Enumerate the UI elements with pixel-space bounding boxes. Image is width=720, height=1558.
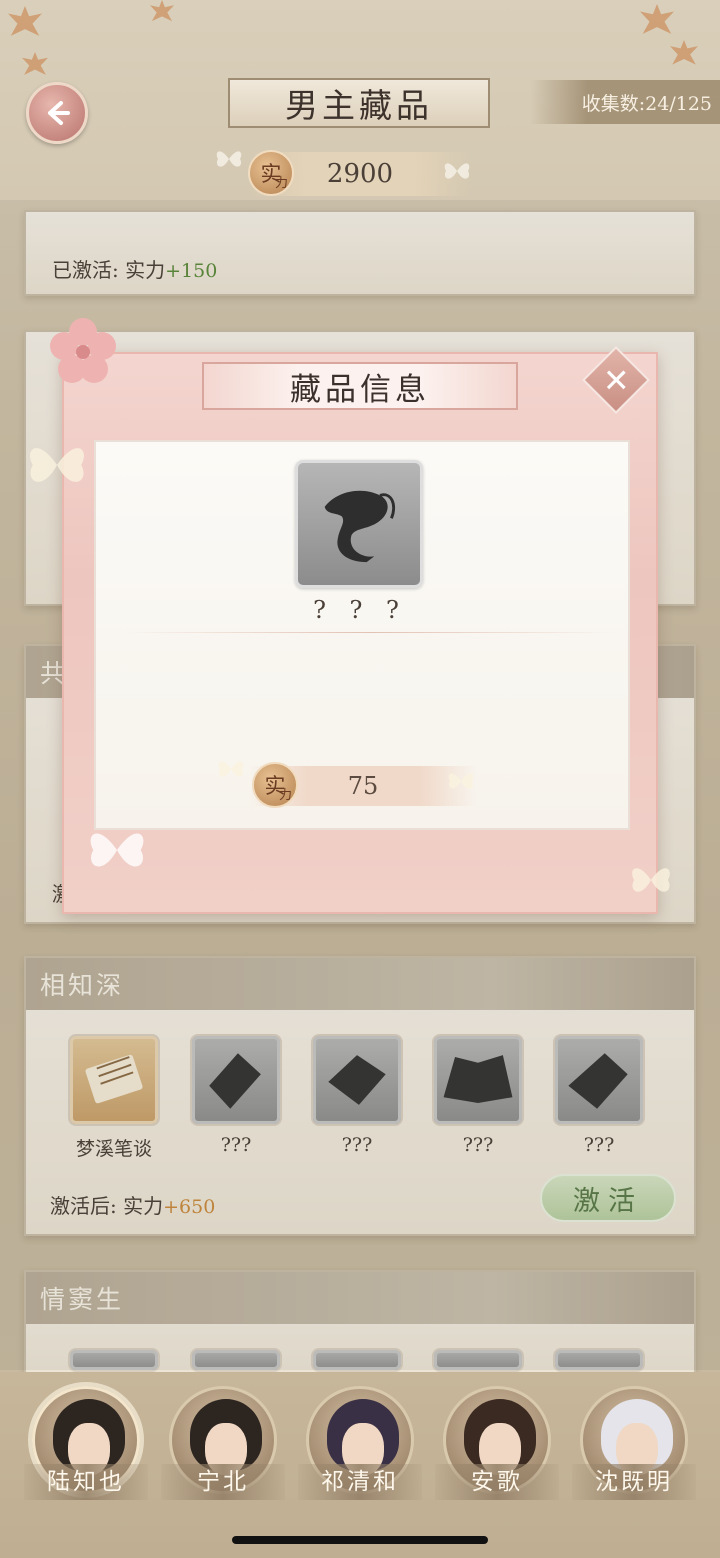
item-name: ? ? ?	[313, 596, 407, 624]
character-name: 安歌	[435, 1464, 559, 1500]
butterfly-icon	[218, 761, 244, 777]
pouch-silhouette-icon	[324, 490, 396, 563]
page-title: 男主藏品	[228, 78, 490, 128]
arrow-left-icon	[48, 101, 70, 125]
collection-count: 收集数:24/125	[530, 80, 720, 124]
character-name: 陆知也	[24, 1464, 148, 1500]
flower-icon	[50, 318, 116, 383]
modal-title: 藏品信息	[202, 362, 518, 410]
character-name: 祁清和	[298, 1464, 422, 1500]
character-tab[interactable]: 沈既明	[572, 1386, 696, 1500]
butterfly-icon	[632, 868, 670, 892]
character-name: 沈既明	[572, 1464, 696, 1500]
home-indicator[interactable]	[232, 1536, 488, 1544]
item-power-value: 75	[347, 772, 379, 800]
power-value: 2900	[326, 159, 394, 189]
item-preview-slot	[295, 460, 423, 588]
butterfly-icon	[90, 833, 144, 867]
butterfly-icon	[448, 773, 474, 789]
butterfly-icon	[216, 151, 242, 167]
character-tab[interactable]: 宁北	[161, 1386, 285, 1500]
power-badge-icon: 实 力	[252, 762, 298, 808]
close-icon: ✕	[602, 361, 630, 399]
character-tab[interactable]: 陆知也	[24, 1386, 148, 1500]
character-tab[interactable]: 安歌	[435, 1386, 559, 1500]
back-button[interactable]	[26, 82, 88, 144]
butterfly-icon	[444, 163, 470, 179]
character-tab[interactable]: 祁清和	[298, 1386, 422, 1500]
character-name: 宁北	[161, 1464, 285, 1500]
divider	[120, 632, 620, 633]
butterfly-icon	[30, 448, 84, 482]
power-badge-icon: 实 力	[248, 150, 294, 196]
